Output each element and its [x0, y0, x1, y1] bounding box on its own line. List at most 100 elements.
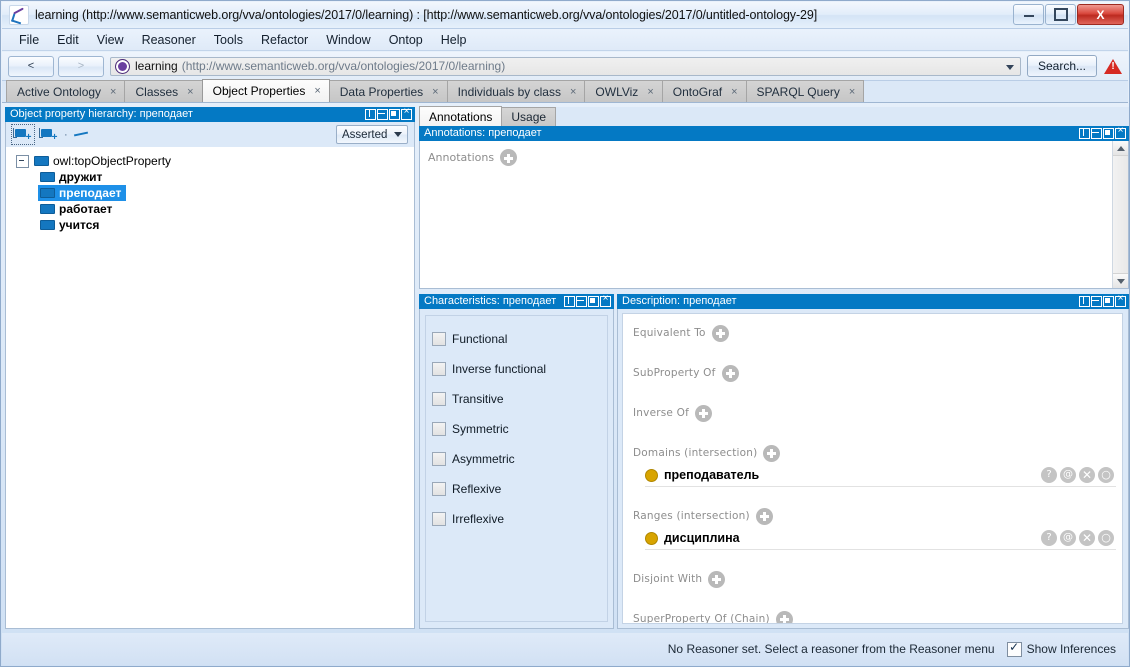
warning-triangle-icon[interactable]	[1104, 58, 1122, 75]
collapse-icon[interactable]	[377, 109, 388, 120]
menu-view[interactable]: View	[88, 31, 133, 49]
characteristic-symmetric[interactable]: Symmetric	[432, 414, 607, 444]
close-button[interactable]: X	[1077, 4, 1124, 25]
add-sub-property-icon[interactable]: +	[12, 125, 34, 144]
search-button[interactable]: Search...	[1027, 55, 1097, 77]
checkbox[interactable]	[432, 392, 446, 406]
tree-item-prepodaet[interactable]: преподает	[6, 185, 414, 201]
menu-edit[interactable]: Edit	[48, 31, 88, 49]
checkbox[interactable]	[432, 452, 446, 466]
tab-close-icon[interactable]: ×	[314, 85, 320, 97]
show-inferences-checkbox[interactable]	[1007, 642, 1022, 657]
tab-close-icon[interactable]: ×	[570, 86, 576, 98]
add-equivalent-to-button[interactable]	[712, 325, 729, 342]
checkbox[interactable]	[432, 362, 446, 376]
characteristic-asymmetric[interactable]: Asymmetric	[432, 444, 607, 474]
edit-button[interactable]: ○	[1098, 530, 1114, 546]
property-tree[interactable]: owl:topObjectProperty дружит преподает	[5, 147, 415, 629]
view-mode-selector[interactable]: Asserted	[336, 125, 408, 144]
tab-annotations[interactable]: Annotations	[419, 106, 502, 126]
tab-object-properties[interactable]: Object Properties×	[202, 79, 330, 102]
maximize-panel-icon[interactable]	[1103, 296, 1114, 307]
checkbox[interactable]	[432, 482, 446, 496]
split-view-icon[interactable]	[1079, 296, 1090, 307]
scroll-up-button[interactable]	[1113, 141, 1128, 156]
tab-close-icon[interactable]: ×	[647, 86, 653, 98]
annotations-scrollbar[interactable]	[1112, 141, 1128, 288]
forward-button[interactable]: >	[58, 56, 104, 77]
collapse-icon[interactable]	[1091, 296, 1102, 307]
checkbox[interactable]	[432, 422, 446, 436]
tree-item-druzhit[interactable]: дружит	[6, 169, 414, 185]
tab-owlviz[interactable]: OWLViz×	[584, 80, 662, 102]
close-panel-icon[interactable]	[1115, 296, 1126, 307]
expand-collapse-icon[interactable]	[16, 155, 29, 168]
add-subproperty-of-button[interactable]	[722, 365, 739, 382]
add-sibling-property-icon[interactable]: +	[38, 125, 60, 144]
chevron-down-icon[interactable]	[1006, 65, 1014, 70]
tree-item-uchitsya[interactable]: учится	[6, 217, 414, 233]
close-panel-icon[interactable]	[600, 296, 611, 307]
tab-close-icon[interactable]: ×	[432, 86, 438, 98]
add-range-button[interactable]	[756, 508, 773, 525]
collapse-icon[interactable]	[576, 296, 587, 307]
split-view-icon[interactable]	[1079, 128, 1090, 139]
tab-data-properties[interactable]: Data Properties×	[329, 80, 448, 102]
checkbox[interactable]	[432, 332, 446, 346]
tab-close-icon[interactable]: ×	[110, 86, 116, 98]
tab-active-ontology[interactable]: Active Ontology×	[6, 80, 125, 102]
tab-close-icon[interactable]: ×	[849, 86, 855, 98]
tree-item-top-object-property[interactable]: owl:topObjectProperty	[6, 153, 414, 169]
tab-label: OntoGraf	[673, 85, 722, 99]
delete-button[interactable]: ✕	[1079, 530, 1095, 546]
characteristic-inverse-functional[interactable]: Inverse functional	[432, 354, 607, 384]
delete-property-icon[interactable]	[71, 125, 93, 144]
tab-sparql-query[interactable]: SPARQL Query×	[746, 80, 865, 102]
menu-tools[interactable]: Tools	[205, 31, 252, 49]
minimize-button[interactable]	[1013, 4, 1044, 25]
menu-reasoner[interactable]: Reasoner	[133, 31, 205, 49]
checkbox[interactable]	[432, 512, 446, 526]
characteristic-irreflexive[interactable]: Irreflexive	[432, 504, 607, 534]
annotation-button[interactable]: @	[1060, 530, 1076, 546]
close-panel-icon[interactable]	[1115, 128, 1126, 139]
menu-refactor[interactable]: Refactor	[252, 31, 317, 49]
help-button[interactable]: ?	[1041, 467, 1057, 483]
add-superproperty-chain-button[interactable]	[776, 611, 793, 625]
maximize-button[interactable]	[1045, 4, 1076, 25]
characteristic-reflexive[interactable]: Reflexive	[432, 474, 607, 504]
help-button[interactable]: ?	[1041, 530, 1057, 546]
collapse-icon[interactable]	[1091, 128, 1102, 139]
close-panel-icon[interactable]	[401, 109, 412, 120]
add-inverse-of-button[interactable]	[695, 405, 712, 422]
tab-individuals-by-class[interactable]: Individuals by class×	[447, 80, 586, 102]
domain-value-row[interactable]: преподаватель ? @ ✕ ○	[645, 464, 1116, 487]
delete-button[interactable]: ✕	[1079, 467, 1095, 483]
split-view-icon[interactable]	[365, 109, 376, 120]
characteristic-transitive[interactable]: Transitive	[432, 384, 607, 414]
ontology-iri-field[interactable]: learning (http://www.semanticweb.org/vva…	[110, 57, 1021, 76]
tab-ontograf[interactable]: OntoGraf ×	[662, 80, 747, 102]
range-value-row[interactable]: дисциплина ? @ ✕ ○	[645, 527, 1116, 550]
menu-window[interactable]: Window	[317, 31, 379, 49]
maximize-panel-icon[interactable]	[1103, 128, 1114, 139]
annotation-button[interactable]: @	[1060, 467, 1076, 483]
split-view-icon[interactable]	[564, 296, 575, 307]
menu-help[interactable]: Help	[432, 31, 476, 49]
tab-usage[interactable]: Usage	[501, 107, 556, 126]
tab-close-icon[interactable]: ×	[187, 86, 193, 98]
scroll-down-button[interactable]	[1113, 273, 1128, 288]
add-disjoint-with-button[interactable]	[708, 571, 725, 588]
add-domain-button[interactable]	[763, 445, 780, 462]
maximize-panel-icon[interactable]	[389, 109, 400, 120]
maximize-panel-icon[interactable]	[588, 296, 599, 307]
menu-ontop[interactable]: Ontop	[380, 31, 432, 49]
edit-button[interactable]: ○	[1098, 467, 1114, 483]
tree-item-rabotaet[interactable]: работает	[6, 201, 414, 217]
back-button[interactable]: <	[8, 56, 54, 77]
menu-file[interactable]: File	[10, 31, 48, 49]
tab-classes[interactable]: Classes×	[124, 80, 202, 102]
add-annotation-button[interactable]	[500, 149, 517, 166]
characteristic-functional[interactable]: Functional	[432, 324, 607, 354]
tab-close-icon[interactable]: ×	[731, 86, 737, 98]
